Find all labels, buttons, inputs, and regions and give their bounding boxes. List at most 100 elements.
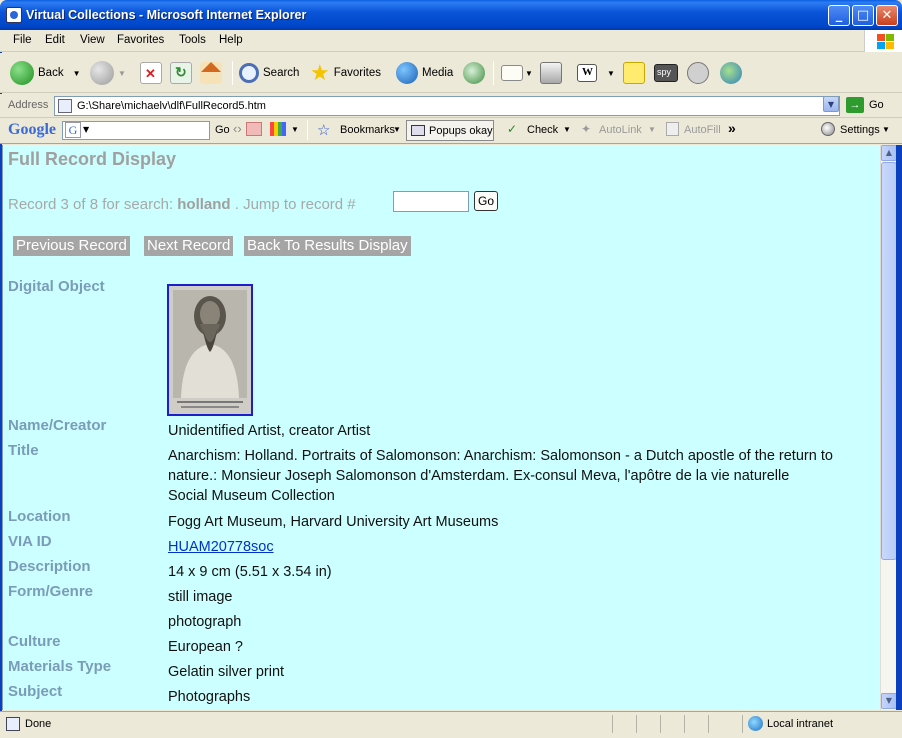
mail-icon: [501, 65, 523, 81]
address-field[interactable]: G:\Share\michaelv\dlf\FullRecord5.htm: [54, 96, 840, 116]
autofill-button[interactable]: AutoFill: [684, 124, 721, 136]
standard-toolbar: Back ▼ ▼ ✕ ↻ Search ★ Favorites Media ▼ …: [0, 53, 902, 93]
form-genre-label: Form/Genre: [8, 583, 94, 600]
name-creator-label: Name/Creator: [8, 417, 107, 434]
refresh-button[interactable]: ↻: [170, 59, 192, 87]
autolink-button[interactable]: AutoLink: [599, 124, 642, 136]
vertical-scrollbar[interactable]: ▲ ▼: [880, 145, 897, 710]
maximize-button[interactable]: □: [852, 5, 874, 26]
check-button[interactable]: Check: [527, 124, 558, 136]
spellcheck-icon: ✓: [507, 122, 518, 136]
name-creator-value: Unidentified Artist, creator Artist: [168, 423, 371, 439]
forward-dropdown-icon[interactable]: ▼: [118, 69, 126, 78]
back-button[interactable]: Back ▼: [10, 59, 81, 87]
search-button[interactable]: Search: [239, 59, 299, 87]
address-label: Address: [8, 99, 49, 111]
forward-button[interactable]: ▼: [90, 59, 126, 87]
printer-icon: [540, 62, 562, 84]
form-genre-value: still image: [168, 589, 233, 605]
settings-gear-icon: [821, 122, 835, 136]
bookmarks-star-icon: ☆: [317, 122, 331, 139]
google-options-dropdown-icon[interactable]: ▼: [291, 125, 299, 134]
check-dropdown-icon[interactable]: ▼: [563, 125, 571, 134]
digital-object-thumbnail[interactable]: [167, 284, 253, 416]
materials-type-label: Materials Type: [8, 658, 112, 675]
materials-type-value: Gelatin silver print: [168, 664, 285, 680]
messenger-people-icon: [720, 62, 742, 84]
menu-edit[interactable]: Edit: [45, 34, 65, 46]
autolink-icon: ✦: [581, 122, 592, 136]
media-button[interactable]: Media: [396, 59, 453, 87]
via-id-link[interactable]: HUAM20778soc: [168, 539, 274, 555]
address-value[interactable]: G:\Share\michaelv\dlf\FullRecord5.htm: [77, 100, 266, 112]
jump-to-record-input[interactable]: [393, 191, 469, 212]
back-to-results-button[interactable]: Back To Results Display: [244, 236, 411, 256]
favorites-button[interactable]: ★ Favorites: [310, 59, 381, 87]
popup-blocker-button[interactable]: Popups okay: [406, 120, 494, 141]
settings-button[interactable]: Settings: [840, 124, 880, 136]
google-pagerank-icon[interactable]: [246, 122, 262, 136]
culture-label: Culture: [8, 633, 61, 650]
google-toolbar: Google G ▼ Go ‹› ▼ ☆ Bookmarks ▼ Popups …: [0, 118, 902, 144]
autolink-dropdown-icon[interactable]: ▼: [648, 125, 656, 134]
bookmarks-button[interactable]: Bookmarks: [340, 124, 395, 136]
mail-button[interactable]: ▼: [501, 59, 533, 87]
menu-help[interactable]: Help: [219, 34, 243, 46]
record-position-text: Record 3 of 8 for search: holland . Jump…: [8, 196, 356, 213]
toolbar-overflow-icon[interactable]: »: [728, 120, 736, 136]
title-value-line: Anarchism: Holland. Portraits of Salomon…: [168, 448, 833, 484]
scrollbar-thumb[interactable]: [881, 162, 897, 560]
google-g-icon[interactable]: G: [65, 122, 81, 138]
menu-file[interactable]: File: [13, 34, 32, 46]
bookmarks-dropdown-icon[interactable]: ▼: [393, 125, 401, 134]
digital-object-label: Digital Object: [8, 278, 105, 295]
edit-dropdown-icon[interactable]: ▼: [607, 69, 615, 78]
address-go-button[interactable]: → Go: [846, 97, 884, 113]
google-search-input[interactable]: G ▼: [62, 121, 210, 140]
page-content: Full Record Display Record 3 of 8 for se…: [2, 145, 880, 710]
google-go-button[interactable]: Go: [215, 124, 230, 136]
sticky-note-icon: [623, 62, 645, 84]
menu-view[interactable]: View: [80, 34, 105, 46]
subject-label: Subject: [8, 683, 63, 700]
edit-word-button[interactable]: W ▼: [577, 59, 615, 87]
google-nav-arrows-icon[interactable]: ‹›: [233, 121, 242, 136]
go-arrow-icon: →: [846, 97, 864, 113]
settings-dropdown-icon[interactable]: ▼: [882, 125, 890, 134]
previous-record-button[interactable]: Previous Record: [13, 236, 130, 256]
jump-go-button[interactable]: Go: [474, 191, 498, 211]
spy-button[interactable]: spy: [654, 59, 678, 87]
mail-dropdown-icon[interactable]: ▼: [525, 69, 533, 78]
stop-button[interactable]: ✕: [140, 59, 162, 87]
back-dropdown-icon[interactable]: ▼: [73, 69, 81, 78]
menu-tools[interactable]: Tools: [179, 34, 206, 46]
page-icon: [58, 99, 72, 113]
autofill-icon: [666, 122, 679, 136]
stop-icon: ✕: [140, 62, 162, 84]
menu-favorites[interactable]: Favorites: [117, 34, 164, 46]
favorites-star-icon: ★: [310, 60, 330, 85]
ie-app-icon[interactable]: [6, 7, 22, 23]
via-id-label: VIA ID: [8, 533, 52, 550]
scroll-up-icon[interactable]: ▲: [881, 145, 897, 161]
next-record-button[interactable]: Next Record: [144, 236, 234, 256]
google-options-icon[interactable]: [270, 122, 286, 136]
scroll-down-icon[interactable]: ▼: [881, 693, 897, 709]
address-dropdown-icon[interactable]: ▼: [823, 96, 839, 112]
home-button[interactable]: [200, 59, 222, 87]
discuss-button[interactable]: [687, 59, 709, 87]
history-button[interactable]: [463, 59, 489, 87]
popups-icon: [411, 125, 425, 136]
messenger-button[interactable]: [720, 59, 742, 87]
minimize-button[interactable]: _: [828, 5, 850, 26]
google-search-dropdown-icon[interactable]: ▼: [83, 125, 89, 134]
subject-value: Photographs: [168, 689, 251, 705]
search-label: Search: [263, 67, 300, 79]
title-bar: Virtual Collections - Microsoft Internet…: [0, 0, 902, 30]
notes-button[interactable]: [623, 59, 645, 87]
intranet-globe-icon: [748, 716, 763, 731]
google-logo[interactable]: Google: [8, 121, 56, 139]
close-button[interactable]: ✕: [876, 5, 898, 26]
print-button[interactable]: [540, 59, 562, 87]
culture-value: European ?: [168, 639, 243, 655]
